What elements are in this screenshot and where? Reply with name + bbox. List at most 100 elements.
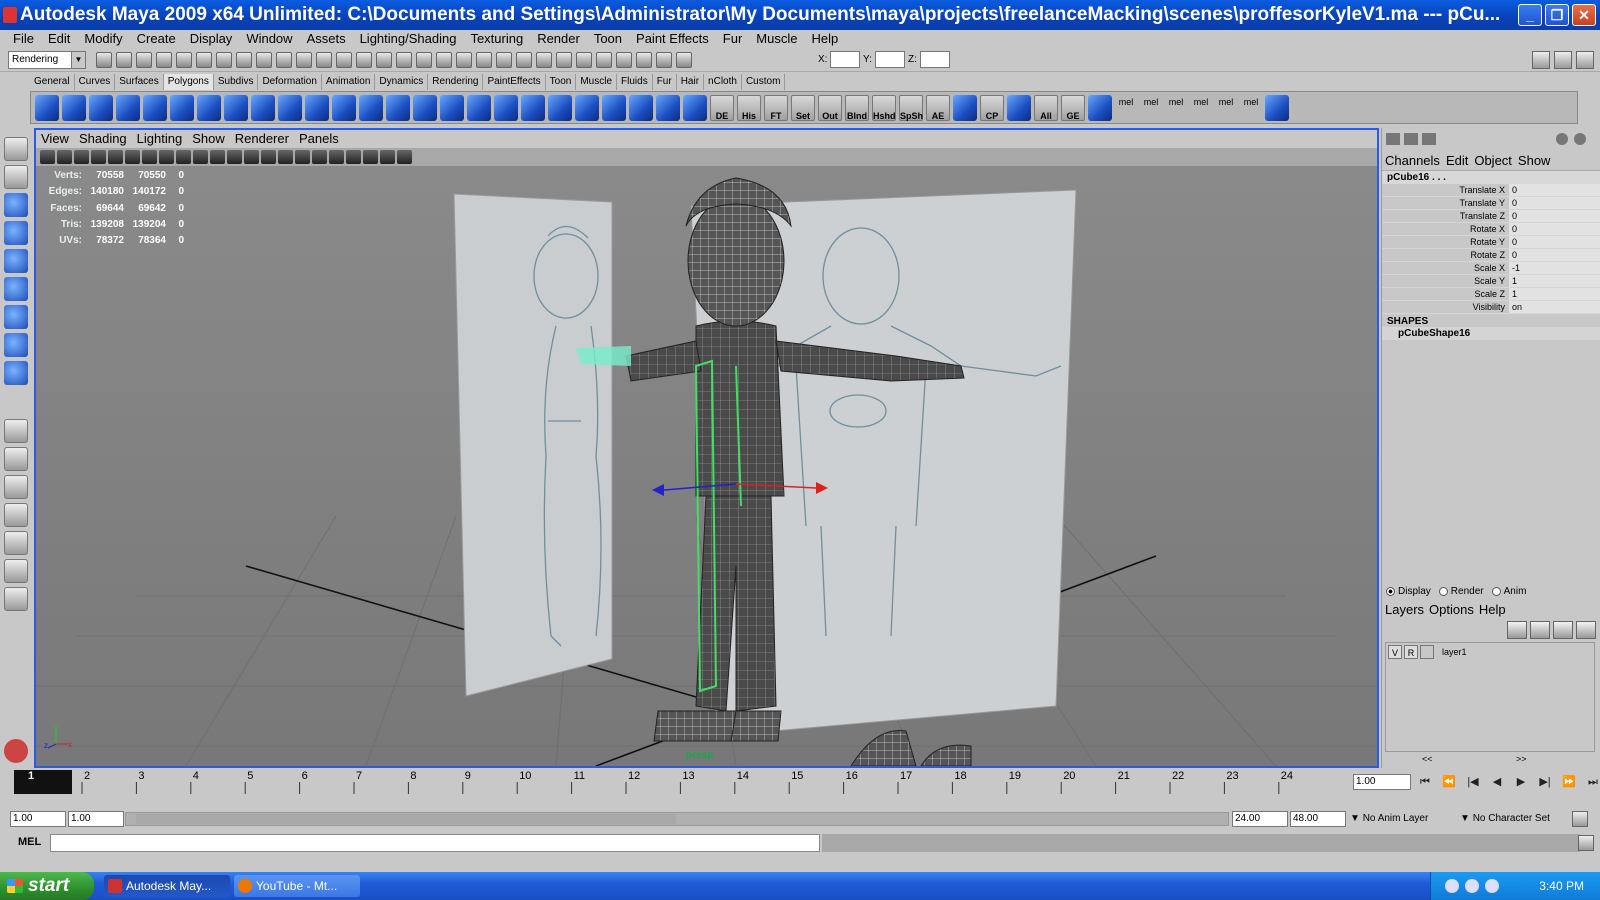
attr-translate-z[interactable]: Translate Z 0 bbox=[1382, 210, 1600, 223]
new-layer-selected-icon[interactable] bbox=[1576, 621, 1596, 639]
anim-layer-dropdown[interactable]: ▼ No Anim Layer bbox=[1350, 811, 1428, 827]
render-frame-icon[interactable] bbox=[496, 52, 512, 68]
lasso-tool-icon[interactable] bbox=[4, 165, 28, 189]
options-icon[interactable] bbox=[676, 52, 692, 68]
combined-layout-icon[interactable] bbox=[1422, 133, 1436, 145]
poly-cone-icon[interactable] bbox=[116, 94, 140, 121]
shelf-tab-custom[interactable]: Custom bbox=[742, 74, 786, 90]
viewport-menu-show[interactable]: Show bbox=[187, 130, 230, 148]
more-layouts-icon[interactable] bbox=[4, 587, 28, 611]
four-view-layout-icon[interactable] bbox=[4, 447, 28, 471]
menu-help[interactable]: Help bbox=[804, 30, 845, 48]
manipulator-icon[interactable] bbox=[1556, 133, 1568, 145]
shelf-tab-fur[interactable]: Fur bbox=[653, 74, 677, 90]
construction-history-icon[interactable] bbox=[476, 52, 492, 68]
range-handle[interactable] bbox=[136, 814, 676, 824]
append-polygon-icon[interactable] bbox=[494, 94, 518, 121]
poly-cylinder-icon[interactable] bbox=[89, 94, 113, 121]
poly-prism-icon[interactable] bbox=[197, 94, 221, 121]
attr-value[interactable]: 1 bbox=[1509, 288, 1600, 300]
poly-soccer-ball-icon[interactable] bbox=[251, 94, 275, 121]
hierarchy-icon[interactable] bbox=[636, 52, 652, 68]
mel-script-button-4[interactable]: mel bbox=[1190, 95, 1212, 121]
start-button[interactable]: start bbox=[0, 872, 94, 900]
shelf-tab-ncloth[interactable]: nCloth bbox=[704, 74, 742, 90]
menu-assets[interactable]: Assets bbox=[300, 30, 353, 48]
network-icon[interactable] bbox=[1465, 879, 1479, 893]
tool-settings-toggle-icon[interactable] bbox=[1554, 51, 1572, 69]
boolean-icon[interactable] bbox=[386, 94, 410, 121]
bookmark-icon[interactable] bbox=[74, 150, 89, 164]
layout-icon[interactable] bbox=[616, 52, 632, 68]
grid-icon[interactable] bbox=[108, 150, 123, 164]
menu-display[interactable]: Display bbox=[183, 30, 240, 48]
menu-set-dropdown[interactable]: Rendering ▼ bbox=[8, 51, 86, 69]
attr-translate-x[interactable]: Translate X 0 bbox=[1382, 184, 1600, 197]
animation-preferences-icon[interactable] bbox=[1572, 811, 1588, 827]
layer-editor-layout-icon[interactable] bbox=[1404, 133, 1418, 145]
settings-gear-icon[interactable] bbox=[1265, 94, 1289, 121]
lock-icon[interactable] bbox=[436, 52, 452, 68]
step-back-icon[interactable]: ⏪ bbox=[1438, 772, 1460, 792]
separate-icon[interactable] bbox=[305, 94, 329, 121]
layers-menu[interactable]: Layers bbox=[1385, 602, 1424, 617]
menu-fur[interactable]: Fur bbox=[716, 30, 750, 48]
mel-command-input[interactable] bbox=[50, 834, 820, 852]
attr-scale-y[interactable]: Scale Y 1 bbox=[1382, 275, 1600, 288]
script-icon[interactable] bbox=[1088, 94, 1112, 121]
menu-toon[interactable]: Toon bbox=[587, 30, 629, 48]
attr-visibility[interactable]: Visibility on bbox=[1382, 301, 1600, 314]
step-back-key-icon[interactable]: |◀ bbox=[1462, 772, 1484, 792]
menu-texturing[interactable]: Texturing bbox=[463, 30, 530, 48]
animation-end-field[interactable]: 48.00 bbox=[1290, 811, 1346, 827]
shelf-button-blnd[interactable]: Blnd bbox=[845, 94, 869, 121]
help-menu[interactable]: Help bbox=[1479, 602, 1506, 617]
shelf-tab-deformation[interactable]: Deformation bbox=[258, 74, 322, 90]
script-language-toggle[interactable]: MEL bbox=[18, 836, 41, 848]
range-bar[interactable] bbox=[125, 812, 1229, 826]
scroll-right-button[interactable]: >> bbox=[1516, 754, 1527, 764]
display-radio[interactable]: Display bbox=[1386, 586, 1431, 597]
poly-plane-icon[interactable] bbox=[143, 94, 167, 121]
bevel-icon[interactable] bbox=[602, 94, 626, 121]
channels-menu[interactable]: Channels bbox=[1385, 152, 1440, 170]
curve-icon[interactable] bbox=[576, 52, 592, 68]
insert-edge-loop-icon[interactable] bbox=[548, 94, 572, 121]
uv-texture-editor-icon[interactable] bbox=[683, 94, 707, 121]
high-quality-icon[interactable] bbox=[363, 150, 378, 164]
viewport-menu-renderer[interactable]: Renderer bbox=[230, 130, 294, 148]
paint-tool-icon[interactable] bbox=[953, 94, 977, 121]
mel-script-button-2[interactable]: mel bbox=[1140, 95, 1162, 121]
attr-value[interactable]: 0 bbox=[1509, 236, 1600, 248]
combine-icon[interactable] bbox=[278, 94, 302, 121]
render-settings-icon[interactable] bbox=[396, 52, 412, 68]
image-plane-icon[interactable] bbox=[91, 150, 106, 164]
close-button[interactable]: ✕ bbox=[1572, 4, 1596, 26]
attr-rotate-y[interactable]: Rotate Y 0 bbox=[1382, 236, 1600, 249]
smooth-shade-icon[interactable] bbox=[244, 150, 259, 164]
playback-start-field[interactable]: 1.00 bbox=[68, 811, 124, 827]
layer-visibility-toggle[interactable]: V bbox=[1388, 645, 1402, 659]
layer-reference-toggle[interactable]: R bbox=[1404, 645, 1418, 659]
attr-translate-y[interactable]: Translate Y 0 bbox=[1382, 197, 1600, 210]
poly-cube-icon[interactable] bbox=[62, 94, 86, 121]
render-globals-icon[interactable] bbox=[536, 52, 552, 68]
shelf-button-ft[interactable]: FT bbox=[764, 94, 788, 121]
ipr-render-icon[interactable] bbox=[376, 52, 392, 68]
new-layer-icon[interactable] bbox=[1553, 621, 1573, 639]
persp-graph-layout-icon[interactable] bbox=[4, 503, 28, 527]
make-live-icon[interactable] bbox=[296, 52, 312, 68]
shelf-button-out[interactable]: Out bbox=[818, 94, 842, 121]
snap-curve-icon[interactable] bbox=[236, 52, 252, 68]
camera-attributes-icon[interactable] bbox=[57, 150, 72, 164]
split-polygon-icon[interactable] bbox=[521, 94, 545, 121]
current-frame-indicator[interactable]: 1 bbox=[14, 770, 72, 794]
attr-scale-x[interactable]: Scale X -1 bbox=[1382, 262, 1600, 275]
render-view-icon[interactable] bbox=[336, 52, 352, 68]
step-forward-key-icon[interactable]: ▶| bbox=[1534, 772, 1556, 792]
shelf-tab-dynamics[interactable]: Dynamics bbox=[375, 74, 429, 90]
xray-icon[interactable] bbox=[329, 150, 344, 164]
menu-create[interactable]: Create bbox=[130, 30, 183, 48]
attr-value[interactable]: on bbox=[1509, 301, 1600, 313]
attr-value[interactable]: 0 bbox=[1509, 184, 1600, 196]
